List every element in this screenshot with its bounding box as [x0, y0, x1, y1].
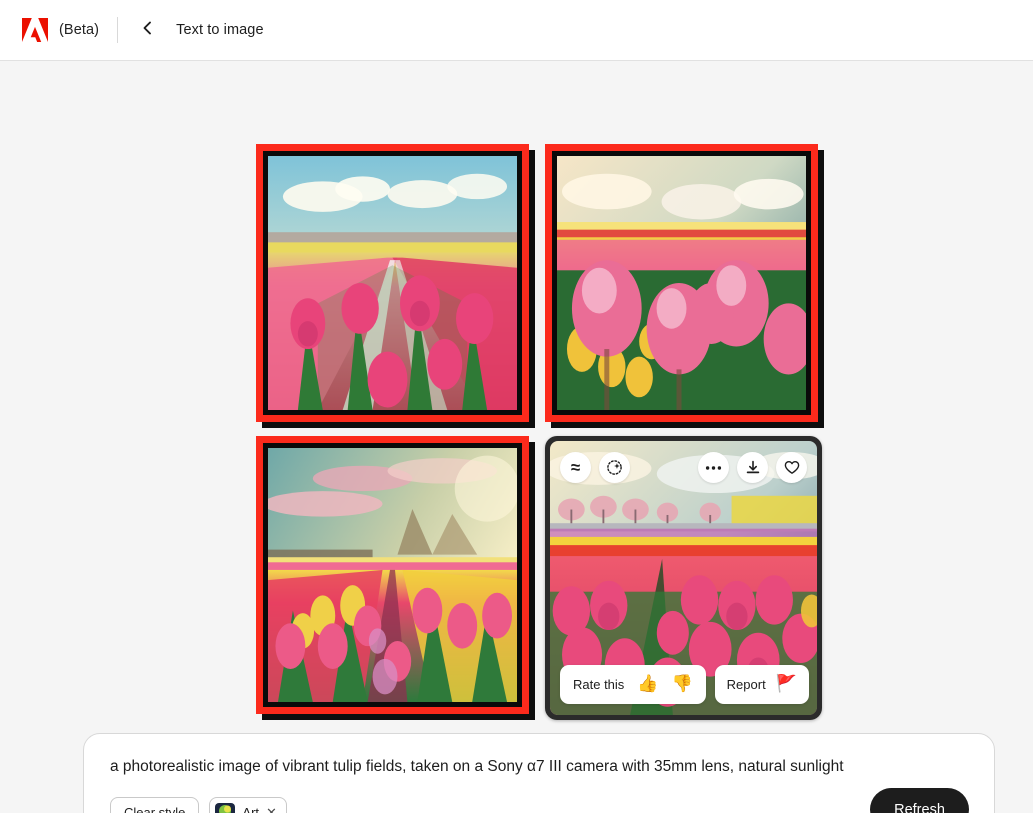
prompt-input[interactable]: a photorealistic image of vibrant tulip …	[110, 757, 969, 776]
prompt-controls: Clear style Art ✕ Refresh	[110, 788, 969, 813]
report-label: Report	[726, 677, 766, 692]
rate-this-group: Rate this 👍 👎	[560, 665, 706, 704]
generated-image-2	[557, 156, 806, 410]
generated-image-1	[268, 156, 517, 410]
adobe-logo-icon	[22, 18, 48, 42]
thumbs-down-button[interactable]: 👎	[671, 676, 692, 693]
result-image-wrap: ≈ Rate this 👍 👎 Report 🚩	[550, 441, 817, 715]
result-tile[interactable]	[256, 436, 535, 722]
more-options-button[interactable]	[698, 452, 729, 483]
favorite-button[interactable]	[776, 452, 807, 483]
report-flag-icon: 🚩	[775, 674, 797, 694]
download-icon	[745, 460, 761, 476]
app-header: (Beta) Text to image	[0, 0, 1033, 61]
result-tile-active[interactable]: ≈ Rate this 👍 👎 Report 🚩	[545, 436, 824, 722]
refresh-button[interactable]: Refresh	[870, 788, 969, 813]
style-chip-art[interactable]: Art ✕	[209, 797, 287, 813]
more-options-icon	[705, 465, 722, 471]
approximately-equal-icon: ≈	[570, 458, 581, 477]
result-frame	[256, 436, 529, 714]
chevron-left-icon	[141, 21, 155, 40]
prompt-bar: a photorealistic image of vibrant tulip …	[83, 733, 995, 813]
result-frame	[256, 144, 529, 422]
result-frame-hover: ≈ Rate this 👍 👎 Report 🚩	[545, 436, 822, 720]
page-title: Text to image	[176, 22, 264, 38]
result-frame-inner	[552, 151, 811, 415]
toolbar-right-group	[698, 452, 807, 483]
clear-style-button[interactable]: Clear style	[110, 797, 200, 813]
generative-sparkle-icon	[606, 459, 623, 476]
result-frame	[545, 144, 818, 422]
generated-image-3	[268, 448, 517, 702]
show-similar-button[interactable]: ≈	[560, 452, 591, 483]
beta-label: (Beta)	[59, 22, 100, 38]
header-divider	[117, 17, 119, 43]
results-grid: ≈ Rate this 👍 👎 Report 🚩	[256, 144, 824, 722]
result-tile[interactable]	[545, 144, 824, 430]
feedback-row: Rate this 👍 👎 Report 🚩	[560, 665, 809, 704]
report-button[interactable]: Report 🚩	[714, 665, 809, 704]
heart-icon	[784, 460, 800, 475]
rate-this-label: Rate this	[573, 677, 625, 692]
result-frame-inner	[263, 443, 522, 707]
result-frame-inner	[263, 151, 522, 415]
back-button[interactable]	[135, 17, 161, 43]
brand-area: (Beta)	[22, 18, 99, 42]
result-tile[interactable]	[256, 144, 535, 430]
style-chip-label: Art	[242, 805, 260, 813]
results-stage: ≈ Rate this 👍 👎 Report 🚩 a photorealisti…	[0, 61, 1033, 813]
close-x-icon[interactable]: ✕	[266, 806, 277, 813]
generative-variation-button[interactable]	[599, 452, 630, 483]
download-button[interactable]	[737, 452, 768, 483]
thumbs-up-button[interactable]: 👍	[637, 676, 658, 693]
style-thumbnail	[215, 802, 236, 813]
